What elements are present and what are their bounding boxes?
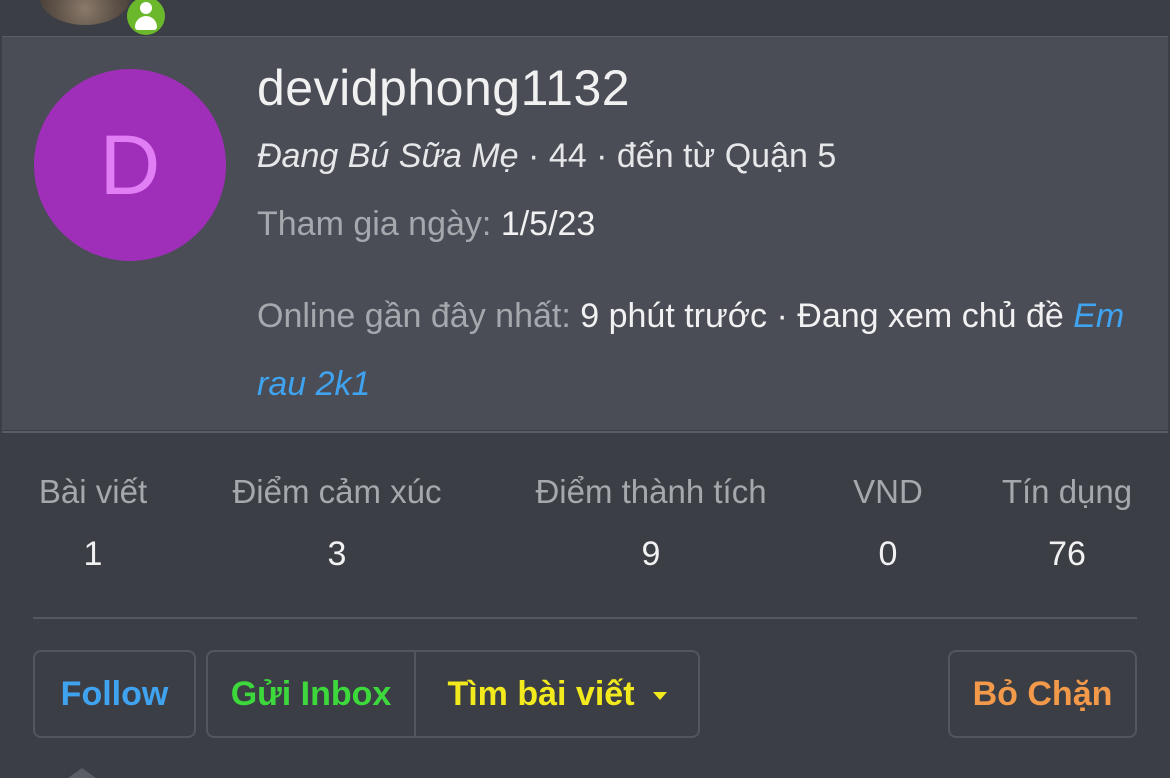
join-label: Tham gia ngày:	[257, 205, 492, 243]
stat-label: VND	[853, 473, 923, 510]
separator: ·	[776, 297, 798, 335]
stat-reactions[interactable]: Điểm cảm xúc 3	[222, 473, 452, 574]
activity-text: Đang xem chủ đề	[797, 297, 1064, 335]
user-age: 44	[548, 137, 587, 175]
stats-card: Bài viết 1 Điểm cảm xúc 3 Điểm thành tíc…	[2, 431, 1168, 771]
find-posts-label: Tìm bài viết	[447, 674, 635, 713]
stat-value: 76	[1048, 535, 1086, 573]
stat-value: 1	[83, 535, 103, 573]
stat-value: 9	[641, 535, 661, 573]
stat-posts[interactable]: Bài viết 1	[33, 473, 153, 574]
last-seen-label: Online gần đây nhất:	[257, 297, 571, 335]
online-status-icon	[126, 0, 166, 36]
send-inbox-label: Gửi Inbox	[230, 674, 392, 713]
last-seen-row: Online gần đây nhất: 9 phút trước · Đang…	[257, 282, 1137, 418]
stat-value: 0	[878, 535, 898, 573]
stat-label: Điểm cảm xúc	[232, 473, 442, 510]
username[interactable]: devidphong1132	[257, 59, 630, 117]
visitor-avatar[interactable]	[40, 0, 130, 25]
stat-credits[interactable]: Tín dụng 76	[992, 473, 1142, 574]
stat-label: Tín dụng	[1001, 473, 1133, 510]
user-title: Đang Bú Sữa Mẹ	[257, 137, 519, 175]
user-location: Quận 5	[724, 137, 837, 175]
join-date-row: Tham gia ngày: 1/5/23	[257, 205, 595, 244]
divider	[33, 617, 1137, 619]
separator: ·	[596, 137, 617, 175]
unblock-button[interactable]: Bỏ Chặn	[948, 650, 1137, 738]
send-inbox-button[interactable]: Gửi Inbox	[206, 650, 416, 738]
stat-label: Bài viết	[38, 473, 148, 510]
follow-button[interactable]: Follow	[33, 650, 196, 738]
join-date: 1/5/23	[500, 205, 596, 243]
follow-label: Follow	[60, 674, 169, 713]
separator: ·	[528, 137, 549, 175]
stat-vnd[interactable]: VND 0	[846, 473, 930, 574]
user-blurb: Đang Bú Sữa Mẹ · 44 · đến từ Quận 5	[257, 137, 836, 176]
profile-card: D devidphong1132 Đang Bú Sữa Mẹ · 44 · đ…	[2, 36, 1168, 430]
avatar-letter: D	[99, 118, 161, 212]
location-prefix: đến từ	[616, 137, 716, 175]
last-seen-time: 9 phút trước	[580, 297, 768, 335]
user-avatar[interactable]: D	[34, 69, 226, 261]
stat-label: Điểm thành tích	[535, 473, 767, 510]
unblock-label: Bỏ Chặn	[972, 674, 1113, 713]
popover-arrow	[68, 768, 96, 778]
stat-value: 3	[327, 535, 347, 573]
top-strip	[0, 0, 1170, 36]
caret-down-icon	[652, 692, 667, 700]
stat-achievements[interactable]: Điểm thành tích 9	[524, 473, 778, 574]
find-posts-button[interactable]: Tìm bài viết	[414, 650, 700, 738]
